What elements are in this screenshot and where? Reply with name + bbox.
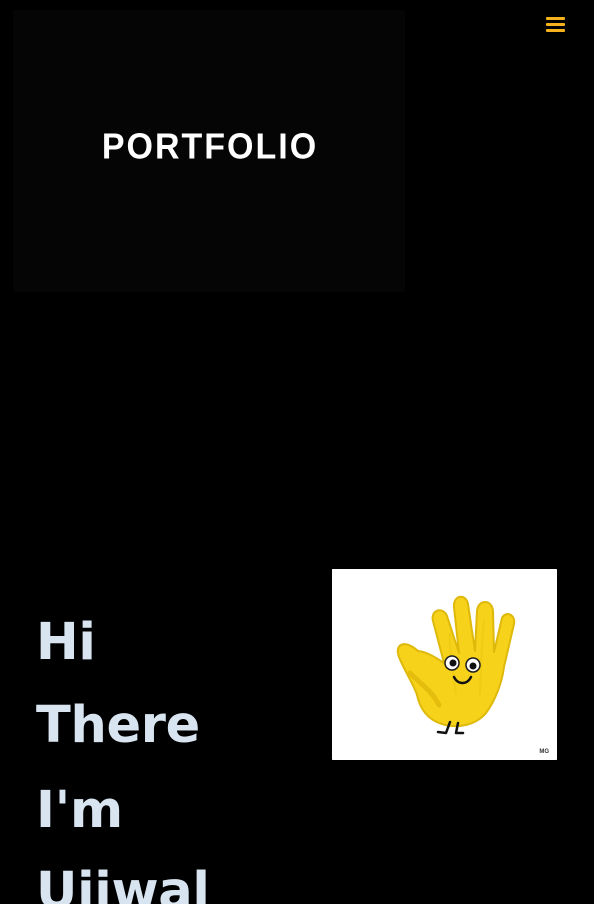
portfolio-logo: PORTFOLIO xyxy=(101,126,319,167)
intro-line: There xyxy=(36,696,200,756)
intro-line: I'm xyxy=(36,781,123,841)
portfolio-page: PORTFOLIO Hi There I'm Ujjwal MG xyxy=(0,0,594,904)
menu-line-icon xyxy=(546,29,565,32)
intro-line: Ujjwal xyxy=(36,862,210,904)
hamburger-menu-button[interactable] xyxy=(544,14,568,36)
menu-line-icon xyxy=(546,23,565,26)
portfolio-banner: PORTFOLIO xyxy=(13,10,405,292)
illustration-signature: MG xyxy=(539,749,549,755)
waving-hand-illustration: MG xyxy=(332,569,557,760)
menu-line-icon xyxy=(546,17,565,20)
waving-hand-icon xyxy=(332,569,557,760)
intro-line: Hi xyxy=(36,613,96,673)
